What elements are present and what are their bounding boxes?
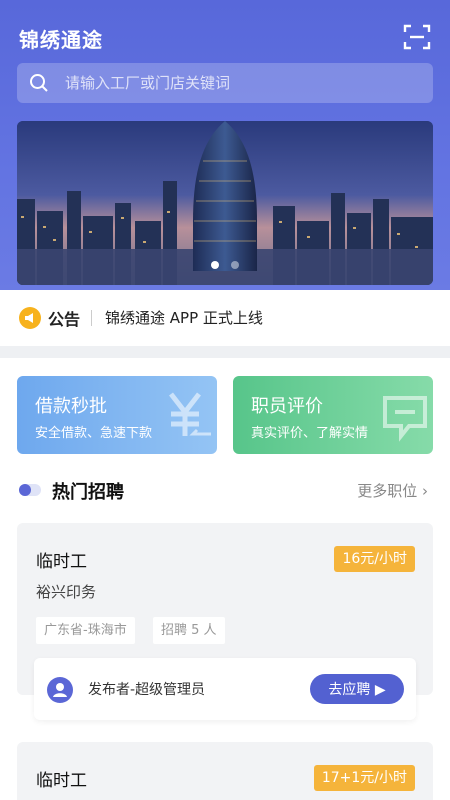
- notice-bar[interactable]: 公告 锦绣通途 APP 正式上线: [0, 290, 450, 346]
- job-card[interactable]: 临时工 17+1元/小时: [17, 742, 433, 800]
- app-title: 锦绣通途: [19, 28, 103, 52]
- loan-card[interactable]: 借款秒批 安全借款、急速下款: [17, 376, 217, 454]
- carousel-dots: [17, 254, 433, 273]
- location-tag: 广东省-珠海市: [36, 617, 135, 644]
- job-card[interactable]: 临时工 16元/小时 裕兴印务 广东省-珠海市 招聘 5 人 发布者-超级管理员…: [17, 523, 433, 720]
- search-icon: [29, 73, 49, 93]
- job-title: 临时工: [36, 771, 87, 791]
- search-input[interactable]: [65, 63, 425, 103]
- section-header: 热门招聘 更多职位 ›: [0, 470, 450, 506]
- publisher-bar: 发布者-超级管理员 去应聘 ▶: [34, 658, 416, 720]
- company-name: 裕兴印务: [36, 583, 97, 601]
- banner-carousel[interactable]: [17, 121, 433, 285]
- review-card-subtitle: 真实评价、了解实情: [251, 426, 369, 441]
- job-title: 临时工: [36, 552, 87, 572]
- publisher-name: 发布者-超级管理员: [88, 682, 206, 698]
- toggle-icon: [19, 484, 41, 496]
- search-bar[interactable]: [17, 63, 433, 103]
- review-card-title: 职员评价: [251, 396, 323, 417]
- more-jobs-link[interactable]: 更多职位 ›: [357, 480, 428, 501]
- notice-label: 公告: [48, 310, 81, 329]
- loan-card-title: 借款秒批: [35, 396, 107, 417]
- section-title: 热门招聘: [52, 482, 124, 503]
- megaphone-icon: [19, 307, 41, 329]
- carousel-dot[interactable]: [230, 261, 239, 269]
- avatar-icon: [47, 677, 73, 703]
- carousel-dot-active[interactable]: [211, 261, 220, 269]
- comment-icon: [383, 396, 427, 442]
- scan-icon[interactable]: [402, 22, 432, 52]
- pay-badge: 16元/小时: [334, 546, 415, 572]
- pay-badge: 17+1元/小时: [313, 765, 415, 791]
- divider: [91, 310, 92, 326]
- review-card[interactable]: 职员评价 真实评价、了解实情: [233, 376, 433, 454]
- loan-card-subtitle: 安全借款、急速下款: [35, 426, 153, 441]
- main-content: 借款秒批 安全借款、急速下款 职员评价 真实评价、了解实情 热门招聘 更多职位 …: [0, 358, 450, 800]
- header: 锦绣通途: [0, 0, 450, 290]
- headcount-tag: 招聘 5 人: [153, 617, 225, 644]
- apply-button[interactable]: 去应聘 ▶: [310, 674, 404, 704]
- yuan-icon: [169, 392, 211, 436]
- notice-text[interactable]: 锦绣通途 APP 正式上线: [105, 307, 263, 328]
